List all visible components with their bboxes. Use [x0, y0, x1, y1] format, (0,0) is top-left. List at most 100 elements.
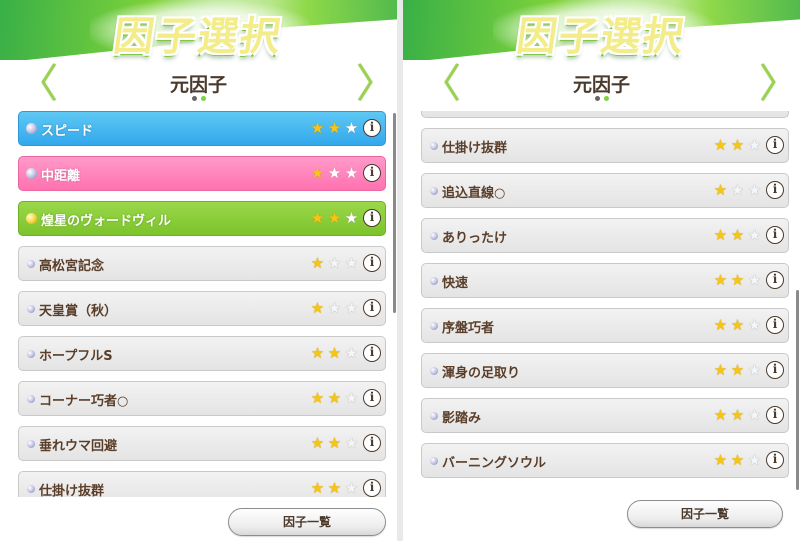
info-icon[interactable]: i [363, 209, 381, 227]
factor-row[interactable]: 中距離 ★ ★ ★ i [18, 156, 386, 191]
star-icon: ★ [310, 119, 325, 137]
star-icon: ★ [344, 209, 359, 227]
factor-list-button[interactable]: 因子一覧 [228, 508, 386, 536]
star-icon: ★ [747, 316, 762, 334]
star-icon: ★ [327, 299, 342, 317]
factor-row[interactable]: 天皇賞（秋） ★ ★ ★ i [18, 291, 386, 326]
star-rating: ★ ★ ★ [712, 181, 763, 199]
info-icon[interactable]: i [766, 136, 784, 154]
factor-row[interactable]: コーナー巧者○ ★ ★ ★ i [18, 381, 386, 416]
star-icon: ★ [713, 316, 728, 334]
star-icon: ★ [310, 209, 325, 227]
factor-row[interactable]: スピード ★ ★ ★ i [18, 111, 386, 146]
factor-gem-icon [27, 260, 35, 268]
factor-row[interactable]: 序盤巧者 ★ ★ ★ i [421, 308, 789, 343]
info-icon[interactable]: i [766, 271, 784, 289]
star-icon: ★ [713, 406, 728, 424]
info-icon[interactable]: i [363, 164, 381, 182]
factor-name: ありったけ [442, 231, 508, 246]
info-icon[interactable]: i [766, 316, 784, 334]
factor-list: スピード ★ ★ ★ i 中距離 ★ ★ ★ i 煌星のヴォードヴィル ★ ★ ★ i 高松宮記念 ★ ★ ★ i 天皇… [18, 111, 386, 497]
page-indicator [403, 96, 800, 102]
factor-list: 垂れウマ回避★★★i仕掛け抜群★★★i追込直線○★★★iありったけ★★★i快速★… [421, 111, 789, 497]
factor-row[interactable]: 高松宮記念 ★ ★ ★ i [18, 246, 386, 281]
info-icon[interactable]: i [363, 479, 381, 497]
info-icon[interactable]: i [766, 406, 784, 424]
factor-name: 仕掛け抜群 [442, 141, 508, 156]
star-rating: ★ ★ ★ [712, 451, 763, 469]
star-rating: ★ ★ ★ [309, 299, 360, 317]
factor-gem-icon [430, 457, 438, 465]
factor-name: 影踏み [442, 411, 482, 426]
factor-select-screen-2: 因子選択 〈 元因子 〉 垂れウマ回避★★★i仕掛け抜群★★★i追込直線○★★★… [403, 0, 800, 541]
factor-select-screen-1: 因子選択 〈 元因子 〉 スピード ★ ★ ★ i 中距離 ★ ★ ★ i 煌星のヴォードヴィル ★ ★… [0, 0, 397, 541]
scrollbar[interactable] [796, 290, 799, 490]
star-icon: ★ [713, 226, 728, 244]
star-icon: ★ [344, 254, 359, 272]
star-icon: ★ [327, 434, 342, 452]
factor-list-button[interactable]: 因子一覧 [627, 500, 783, 528]
star-icon: ★ [344, 164, 359, 182]
factor-row[interactable]: ありったけ ★ ★ ★ i [421, 218, 789, 253]
factor-gem-icon [430, 322, 438, 330]
page-dot-2 [200, 96, 206, 101]
page-indicator [0, 96, 397, 102]
factor-name: 追込直線○ [442, 186, 506, 201]
factor-gem-icon [27, 395, 35, 403]
factor-row[interactable]: バーニングソウル ★ ★ ★ i [421, 443, 789, 478]
star-icon: ★ [747, 271, 762, 289]
factor-row[interactable]: ホープフルS ★ ★ ★ i [18, 336, 386, 371]
factor-gem-icon [27, 485, 35, 493]
star-icon: ★ [747, 226, 762, 244]
chevron-right-icon[interactable]: 〉 [356, 64, 396, 104]
factor-gem-icon [430, 367, 438, 375]
star-rating: ★ ★ ★ [712, 316, 763, 334]
star-rating: ★ ★ ★ [309, 344, 360, 362]
star-icon: ★ [327, 389, 342, 407]
star-icon: ★ [344, 434, 359, 452]
factor-name: ホープフルS [39, 349, 113, 364]
info-icon[interactable]: i [363, 299, 381, 317]
factor-row[interactable]: 影踏み ★ ★ ★ i [421, 398, 789, 433]
star-icon: ★ [730, 136, 745, 154]
chevron-right-icon[interactable]: 〉 [759, 64, 799, 104]
factor-gem-icon [430, 142, 438, 150]
star-rating: ★ ★ ★ [309, 434, 360, 452]
factor-row[interactable]: 垂れウマ回避★★★i [421, 111, 789, 118]
factor-row[interactable]: 仕掛け抜群 ★ ★ ★ i [421, 128, 789, 163]
star-rating: ★ ★ ★ [309, 479, 360, 497]
star-rating: ★ ★ ★ [309, 389, 360, 407]
factor-row[interactable]: 追込直線○ ★ ★ ★ i [421, 173, 789, 208]
scrollbar[interactable] [393, 113, 396, 313]
info-icon[interactable]: i [363, 344, 381, 362]
star-icon: ★ [713, 181, 728, 199]
factor-gem-icon [26, 168, 37, 179]
factor-gem-icon [27, 350, 35, 358]
info-icon[interactable]: i [363, 389, 381, 407]
star-icon: ★ [344, 389, 359, 407]
info-icon[interactable]: i [363, 254, 381, 272]
info-icon[interactable]: i [766, 361, 784, 379]
info-icon[interactable]: i [363, 119, 381, 137]
star-rating: ★ ★ ★ [309, 164, 360, 182]
info-icon[interactable]: i [766, 226, 784, 244]
info-icon[interactable]: i [766, 181, 784, 199]
factor-gem-icon [26, 213, 37, 224]
factor-row[interactable]: 煌星のヴォードヴィル ★ ★ ★ i [18, 201, 386, 236]
factor-row[interactable]: 快速 ★ ★ ★ i [421, 263, 789, 298]
page-dot-1 [191, 96, 197, 101]
factor-row[interactable]: 仕掛け抜群 ★ ★ ★ i [18, 471, 386, 497]
star-icon: ★ [713, 451, 728, 469]
info-icon[interactable]: i [766, 451, 784, 469]
star-icon: ★ [327, 164, 342, 182]
star-icon: ★ [310, 344, 325, 362]
star-rating: ★ ★ ★ [309, 119, 360, 137]
star-rating: ★ ★ ★ [309, 209, 360, 227]
star-icon: ★ [310, 254, 325, 272]
factor-gem-icon [27, 305, 35, 313]
info-icon[interactable]: i [363, 434, 381, 452]
factor-row[interactable]: 垂れウマ回避★★★i [18, 426, 386, 461]
factor-row[interactable]: 渾身の足取り ★ ★ ★ i [421, 353, 789, 388]
star-icon: ★ [344, 479, 359, 497]
factor-gem-icon [27, 440, 35, 448]
